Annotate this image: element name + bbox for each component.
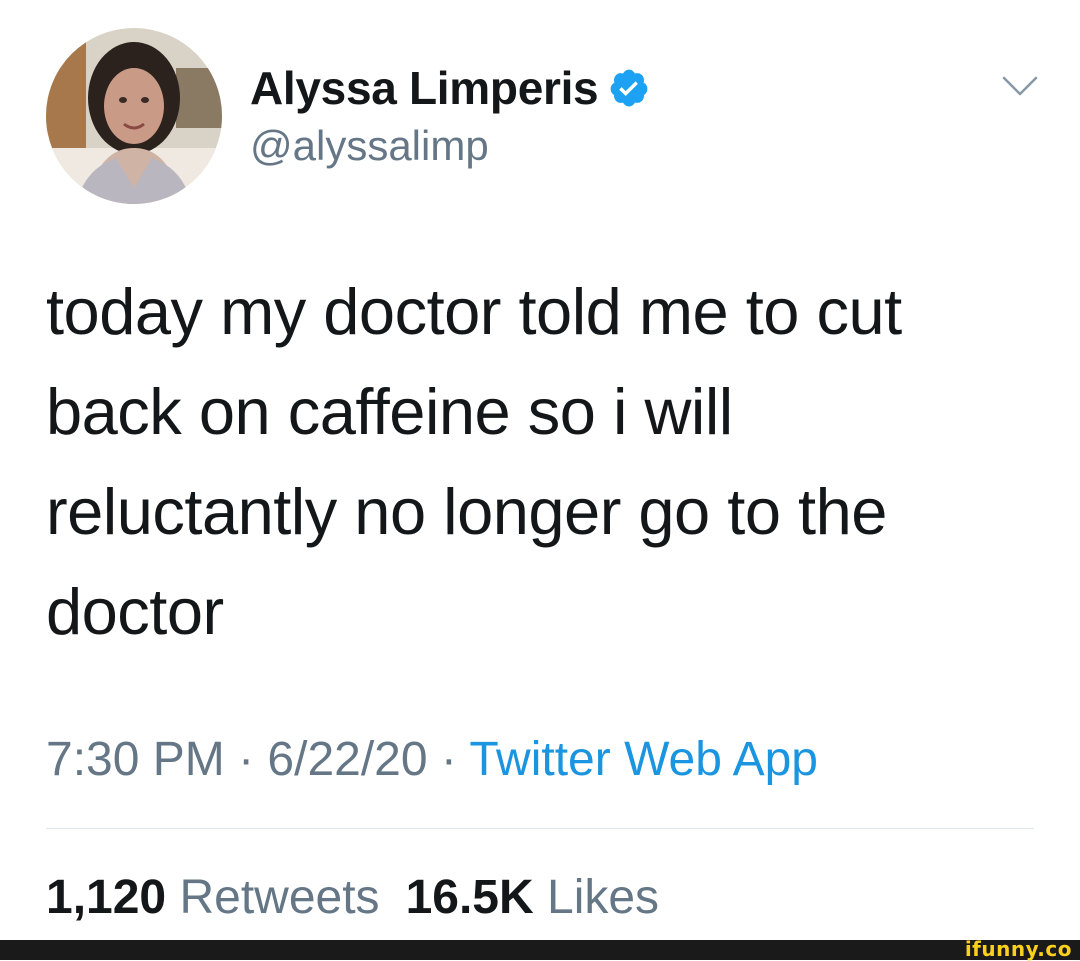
retweets-label: Retweets [179,871,380,924]
ifunny-watermark: ifunny.co [964,937,1072,961]
tweet-source-link[interactable]: Twitter Web App [469,733,818,786]
tweet-meta: 7:30 PM · 6/22/20 · Twitter Web App [46,728,818,792]
meta-separator: · [427,733,470,786]
tweet-stats: 1,120 Retweets 16.5K Likes [46,866,659,930]
tweet-time[interactable]: 7:30 PM [46,733,225,786]
tweet-date[interactable]: 6/22/20 [267,733,427,786]
author-handle[interactable]: @alyssalimp [250,122,489,170]
verified-badge-icon [608,67,650,109]
retweets-count: 1,120 [46,871,167,924]
footer-bar: ifunny.co [0,937,1080,961]
avatar-photo [46,28,222,204]
divider [46,828,1034,829]
likes-count: 16.5K [405,871,534,924]
author-name-row: Alyssa Limperis [250,58,650,118]
author-display-name[interactable]: Alyssa Limperis [250,61,599,115]
retweets-stat[interactable]: 1,120 Retweets [46,871,380,924]
profile-avatar[interactable] [46,28,222,204]
likes-stat[interactable]: 16.5K Likes [406,871,660,924]
chevron-down-icon[interactable] [1000,70,1040,100]
likes-label: Likes [547,871,660,924]
tweet-text: today my doctor told me to cut back on c… [46,275,902,648]
meta-separator: · [224,733,268,786]
